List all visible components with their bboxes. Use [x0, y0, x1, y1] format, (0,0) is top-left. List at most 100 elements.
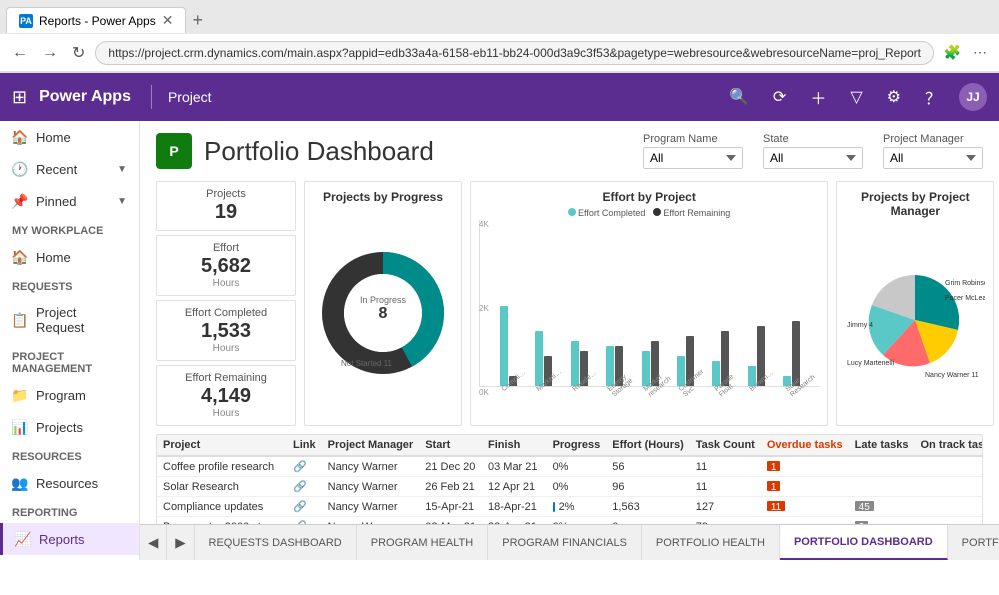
- stat-effort-completed-sub: Hours: [167, 343, 285, 354]
- cell-ontrack: [914, 517, 983, 525]
- sidebar-item-home[interactable]: 🏠 Home: [0, 121, 139, 153]
- sidebar-label-my-home: Home: [36, 250, 71, 265]
- add-icon[interactable]: ＋: [804, 81, 832, 113]
- extensions-button[interactable]: 🧩: [940, 42, 965, 63]
- cell-start: 02-Mar-21: [419, 517, 482, 525]
- refresh-button[interactable]: ↻: [68, 41, 89, 65]
- powerApps-logo: Power Apps: [39, 88, 131, 106]
- bar-completed-1: [500, 306, 508, 386]
- forward-button[interactable]: →: [38, 42, 62, 64]
- bar-chart-area-wrapper: 4K 2K 0K: [479, 220, 819, 417]
- tab-program-financials[interactable]: PROGRAM FINANCIALS: [488, 525, 642, 560]
- project-manager-filter: Project Manager All: [883, 133, 983, 169]
- refresh-icon[interactable]: ⟳: [767, 83, 792, 111]
- state-label: State: [763, 133, 863, 145]
- cell-tasks: 79: [690, 517, 761, 525]
- legend-completed: Effort Completed: [568, 208, 645, 218]
- sidebar-label-recent: Recent: [36, 162, 77, 177]
- browser-tabs: PA Reports - Power Apps ✕ +: [0, 0, 999, 34]
- tab-portfolio-financials[interactable]: PORTFOLIO FINANCIALS: [948, 525, 999, 560]
- sidebar-item-resources[interactable]: 👥 Resources: [0, 467, 139, 499]
- header-divider: [151, 85, 152, 109]
- data-grid: Project Link Project Manager Start Finis…: [157, 435, 983, 524]
- cell-link[interactable]: 🔗: [287, 517, 322, 525]
- cell-late: 2: [849, 517, 915, 525]
- sidebar-item-my-home[interactable]: 🏠 Home: [0, 241, 139, 273]
- content-area: P Portfolio Dashboard Program Name All S…: [140, 121, 999, 560]
- sidebar-item-reports[interactable]: 📈 Reports: [0, 523, 139, 555]
- reporting-section: Reporting: [0, 499, 139, 523]
- yaxis-4k: 4K: [479, 220, 489, 229]
- stat-effort-completed: Effort Completed 1,533 Hours: [156, 300, 296, 361]
- project-manager-label: Project Manager: [883, 133, 983, 145]
- tab-portfolio-dashboard[interactable]: PORTFOLIO DASHBOARD: [780, 525, 948, 560]
- donut-chart-svg: In Progress 8 Not Started 11: [313, 248, 453, 378]
- cell-overdue: 1: [761, 477, 849, 497]
- table-row: Solar Research 🔗 Nancy Warner 26 Feb 21 …: [157, 477, 983, 497]
- main-content-row: Projects 19 Effort 5,682 Hours Effort Co…: [156, 181, 983, 426]
- cell-project: Solar Research: [157, 477, 287, 497]
- more-button[interactable]: ⋯: [969, 42, 991, 63]
- legend-remaining: Effort Remaining: [653, 208, 730, 218]
- my-workplace-section: My Workplace: [0, 217, 139, 241]
- cell-finish: 03 Mar 21: [482, 456, 547, 477]
- resources-icon: 👥: [12, 475, 28, 491]
- col-pm: Project Manager: [322, 435, 420, 456]
- browser-tab-active[interactable]: PA Reports - Power Apps ✕: [6, 7, 186, 33]
- cell-link[interactable]: 🔗: [287, 477, 322, 497]
- project-manager-select[interactable]: All: [883, 147, 983, 169]
- sidebar-item-recent[interactable]: 🕐 Recent ▼: [0, 153, 139, 185]
- bar-completed-3: [571, 341, 579, 386]
- cell-link[interactable]: 🔗: [287, 456, 322, 477]
- sidebar-item-projects[interactable]: 📊 Projects: [0, 411, 139, 443]
- state-select[interactable]: All: [763, 147, 863, 169]
- tab-program-health[interactable]: PROGRAM HEALTH: [357, 525, 488, 560]
- tab-portfolio-health[interactable]: PORTFOLIO HEALTH: [642, 525, 780, 560]
- bar-chart-title: Effort by Project: [479, 190, 819, 204]
- settings-icon[interactable]: ⚙: [881, 83, 907, 111]
- sidebar-item-project-request[interactable]: 📋 Project Request: [0, 297, 139, 343]
- search-icon[interactable]: 🔍: [723, 83, 755, 111]
- new-tab-button[interactable]: +: [186, 10, 209, 31]
- col-link: Link: [287, 435, 322, 456]
- tab-nav-next[interactable]: ▶: [167, 525, 194, 560]
- tab-requests-dashboard[interactable]: REQUESTS DASHBOARD: [195, 525, 357, 560]
- table-row: Compliance updates 🔗 Nancy Warner 15-Apr…: [157, 497, 983, 517]
- tab-nav-prev[interactable]: ◀: [140, 525, 167, 560]
- filter-bar: Program Name All State All Project Manag…: [643, 133, 983, 169]
- cell-finish: 22-Apr-21: [482, 517, 547, 525]
- cell-tasks: 127: [690, 497, 761, 517]
- recent-expand-icon: ▼: [117, 164, 127, 175]
- user-avatar[interactable]: JJ: [959, 83, 987, 111]
- grid-menu-icon[interactable]: ⊞: [12, 87, 27, 108]
- pie-chart-section: Projects by Project Manager: [836, 181, 994, 426]
- tab-close-button[interactable]: ✕: [162, 12, 174, 29]
- donut-chart-title: Projects by Progress: [313, 190, 453, 204]
- charts-row: Projects by Progress In Progress 8 Not: [304, 181, 994, 426]
- bar-chart-legend: Effort Completed Effort Remaining: [479, 208, 819, 218]
- filter-icon[interactable]: ▽: [844, 83, 868, 111]
- sidebar-label-pinned: Pinned: [36, 194, 76, 209]
- browser-action-buttons: 🧩 ⋯: [940, 42, 991, 63]
- sidebar: 🏠 Home 🕐 Recent ▼ 📌 Pinned ▼ My Workplac…: [0, 121, 140, 560]
- pie-chart-title: Projects by Project Manager: [845, 190, 985, 218]
- back-button[interactable]: ←: [8, 42, 32, 64]
- pie-chart-svg: Grim Robinson 1 Pacer McLean Jimmy 4 Luc…: [845, 255, 985, 385]
- cell-overdue: 1: [761, 456, 849, 477]
- home-icon: 🏠: [12, 129, 28, 145]
- cell-effort: 56: [606, 456, 690, 477]
- cell-pm: Nancy Warner: [322, 477, 420, 497]
- sidebar-item-program[interactable]: 📁 Program: [0, 379, 139, 411]
- pie-chart-container: Grim Robinson 1 Pacer McLean Jimmy 4 Luc…: [845, 222, 985, 417]
- cell-start: 26 Feb 21: [419, 477, 482, 497]
- address-bar[interactable]: [95, 41, 933, 65]
- sidebar-item-pinned[interactable]: 📌 Pinned ▼: [0, 185, 139, 217]
- cell-link[interactable]: 🔗: [287, 497, 322, 517]
- resources-section: Resources: [0, 443, 139, 467]
- svg-text:Grim Robinson 1: Grim Robinson 1: [945, 280, 985, 287]
- cell-overdue: [761, 517, 849, 525]
- my-home-icon: 🏠: [12, 249, 28, 265]
- cell-pm: Nancy Warner: [322, 517, 420, 525]
- help-icon[interactable]: ？: [919, 81, 947, 113]
- program-name-select[interactable]: All: [643, 147, 743, 169]
